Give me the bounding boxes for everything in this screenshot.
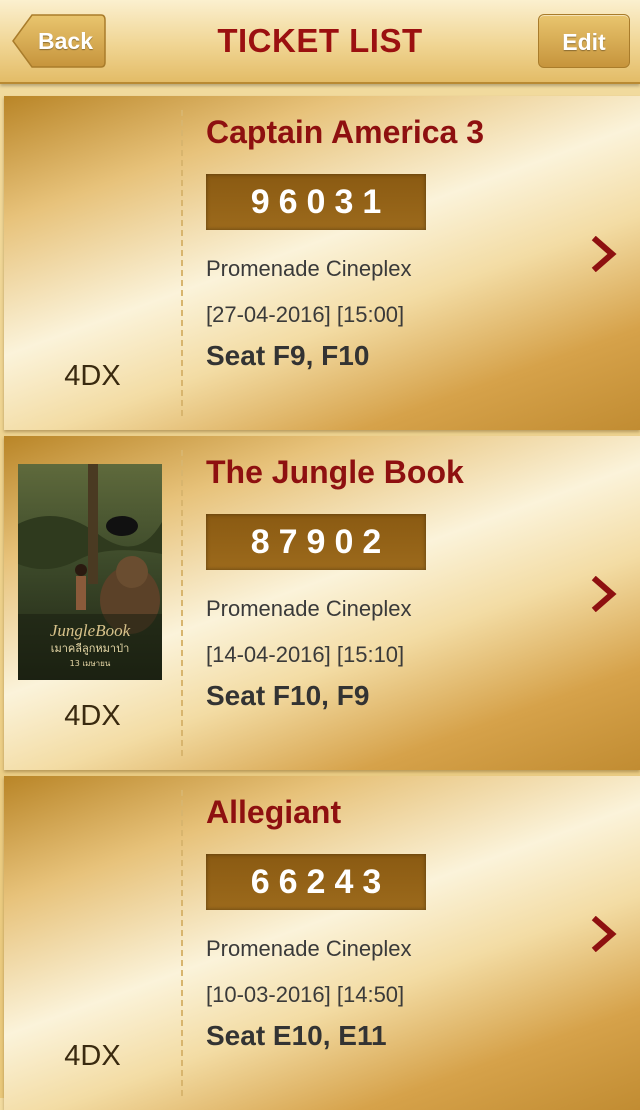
- edit-button[interactable]: Edit: [538, 14, 630, 68]
- ticket-format: 4DX: [64, 1040, 121, 1072]
- booking-code: 96031: [206, 174, 426, 230]
- cinema-name: Promenade Cineplex: [206, 596, 412, 621]
- booking-code: 66243: [206, 854, 426, 910]
- navigation-bar: Back TICKET LIST Edit: [0, 0, 640, 84]
- cinema-name: Promenade Cineplex: [206, 936, 412, 961]
- ticket-perforation: [181, 110, 183, 416]
- movie-title: Allegiant: [206, 794, 342, 830]
- movie-poster: JungleBook เมาคลีลูกหมาป่า 13 เมษายน: [18, 464, 162, 680]
- showtime: [14-04-2016] [15:10]: [206, 642, 405, 667]
- ticket-perforation: [181, 450, 183, 756]
- booking-code: 87902: [206, 514, 426, 570]
- movie-title: Captain America 3: [206, 114, 485, 150]
- ticket-perforation: [181, 790, 183, 1096]
- svg-text:เมาคลีลูกหมาป่า: เมาคลีลูกหมาป่า: [51, 642, 130, 655]
- ticket-row[interactable]: 4DX Allegiant 66243 Promenade Cineplex […: [4, 776, 640, 1110]
- chevron-right-icon[interactable]: [590, 576, 618, 612]
- jungle-book-poster-image: JungleBook เมาคลีลูกหมาป่า 13 เมษายน: [18, 464, 162, 680]
- seat-info: Seat E10, E11: [206, 1020, 387, 1051]
- chevron-right-icon[interactable]: [590, 236, 618, 272]
- seat-info: Seat F10, F9: [206, 680, 370, 711]
- cinema-name: Promenade Cineplex: [206, 256, 412, 281]
- ticket-row[interactable]: JungleBook เมาคลีลูกหมาป่า 13 เมษายน 4DX…: [4, 436, 640, 770]
- ticket-format: 4DX: [64, 700, 121, 732]
- ticket-row[interactable]: 4DX Captain America 3 96031 Promenade Ci…: [4, 96, 640, 430]
- seat-info: Seat F9, F10: [206, 340, 370, 371]
- showtime: [10-03-2016] [14:50]: [206, 982, 405, 1007]
- movie-title: The Jungle Book: [206, 454, 464, 490]
- svg-text:13 เมษายน: 13 เมษายน: [70, 659, 111, 668]
- showtime: [27-04-2016] [15:00]: [206, 302, 405, 327]
- ticket-format: 4DX: [64, 360, 121, 392]
- svg-text:JungleBook: JungleBook: [50, 621, 131, 640]
- chevron-right-icon[interactable]: [590, 916, 618, 952]
